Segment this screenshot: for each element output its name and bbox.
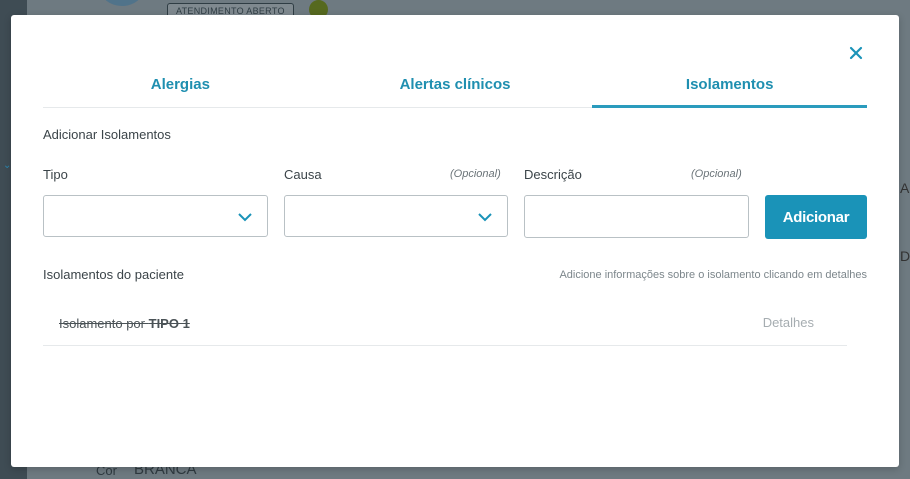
section-title: Adicionar Isolamentos	[43, 127, 171, 142]
descricao-input[interactable]	[524, 195, 749, 238]
causa-label: Causa	[284, 167, 322, 182]
causa-optional-hint: (Opcional)	[450, 168, 501, 180]
isolation-name: Isolamento por TIPO 1	[59, 316, 190, 331]
background-text: A	[900, 180, 910, 196]
close-button[interactable]	[847, 44, 865, 62]
details-link[interactable]: Detalhes	[763, 315, 814, 330]
descricao-optional-hint: (Opcional)	[691, 168, 742, 180]
tab-alergias[interactable]: Alergias	[43, 69, 318, 107]
background-text: D	[900, 248, 910, 264]
tipo-select[interactable]	[43, 195, 268, 237]
descricao-label: Descrição	[524, 167, 582, 182]
tab-bar: Alergias Alertas clínicos Isolamentos	[43, 69, 867, 108]
list-item: Isolamento por TIPO 1 Detalhes	[43, 306, 847, 346]
add-button[interactable]: Adicionar	[765, 195, 867, 239]
list-hint: Adicione informações sobre o isolamento …	[559, 269, 867, 281]
list-title: Isolamentos do paciente	[43, 267, 184, 282]
causa-select[interactable]	[284, 195, 508, 237]
close-icon	[849, 46, 863, 60]
tab-isolamentos[interactable]: Isolamentos	[592, 69, 867, 108]
tipo-label: Tipo	[43, 167, 68, 182]
chevron-down-icon	[478, 213, 492, 222]
isolation-modal: Alergias Alertas clínicos Isolamentos Ad…	[11, 15, 899, 467]
tab-alertas-clinicos[interactable]: Alertas clínicos	[318, 69, 593, 107]
chevron-down-icon	[238, 213, 252, 222]
